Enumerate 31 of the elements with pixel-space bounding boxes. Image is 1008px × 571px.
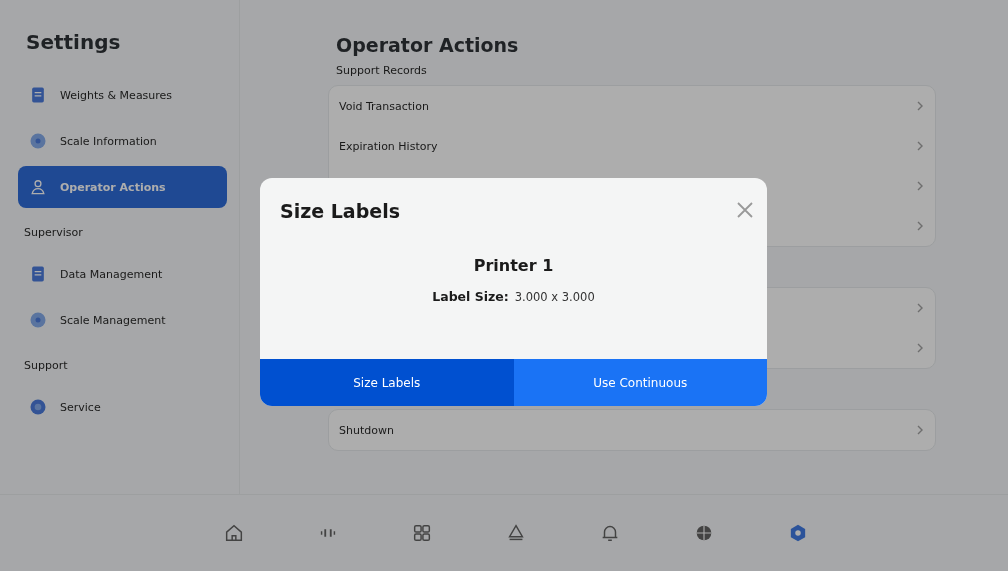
row-label[interactable]: Expiration History [339, 139, 438, 153]
sidebar-item[interactable]: Operator Actions [18, 166, 227, 208]
chevron-icon [915, 425, 925, 435]
close-button[interactable] [735, 200, 755, 220]
row-label[interactable]: Shutdown [339, 423, 394, 437]
chevron-icon [915, 303, 925, 313]
page-title: Operator Actions [336, 34, 520, 56]
chevron-icon [915, 141, 925, 151]
grid-icon [411, 522, 433, 544]
printer-name: Printer 1 [473, 256, 554, 275]
chevron-icon [915, 101, 925, 111]
sidebar-title: Settings [26, 30, 122, 54]
chevron-icon [915, 221, 925, 231]
sidebar-item[interactable]: Data Management [18, 253, 227, 295]
section-heading: Supervisor [24, 226, 84, 239]
sidebar-item[interactable]: Service [18, 386, 227, 428]
dialog-button[interactable]: Use Continuous [513, 359, 767, 406]
sidebar-item[interactable]: Scale Information [18, 120, 227, 162]
home-icon [223, 522, 245, 544]
sidebar-item[interactable]: Scale Management [18, 299, 227, 341]
circle-icon [28, 397, 48, 417]
row-label[interactable]: Void Transaction [339, 99, 429, 113]
label-size-value: 3.000 x 3.000 [514, 290, 595, 304]
dialog-button[interactable]: Size Labels [260, 359, 514, 406]
chevron-icon [915, 181, 925, 191]
chevron-icon [915, 343, 925, 353]
section-heading: Support Records [336, 64, 428, 77]
sidebar-item[interactable]: Weights & Measures [18, 74, 227, 116]
dialog-title: Size Labels [280, 200, 400, 222]
label-size-caption: Label Size: [432, 289, 509, 304]
section-heading: Support [24, 359, 69, 372]
